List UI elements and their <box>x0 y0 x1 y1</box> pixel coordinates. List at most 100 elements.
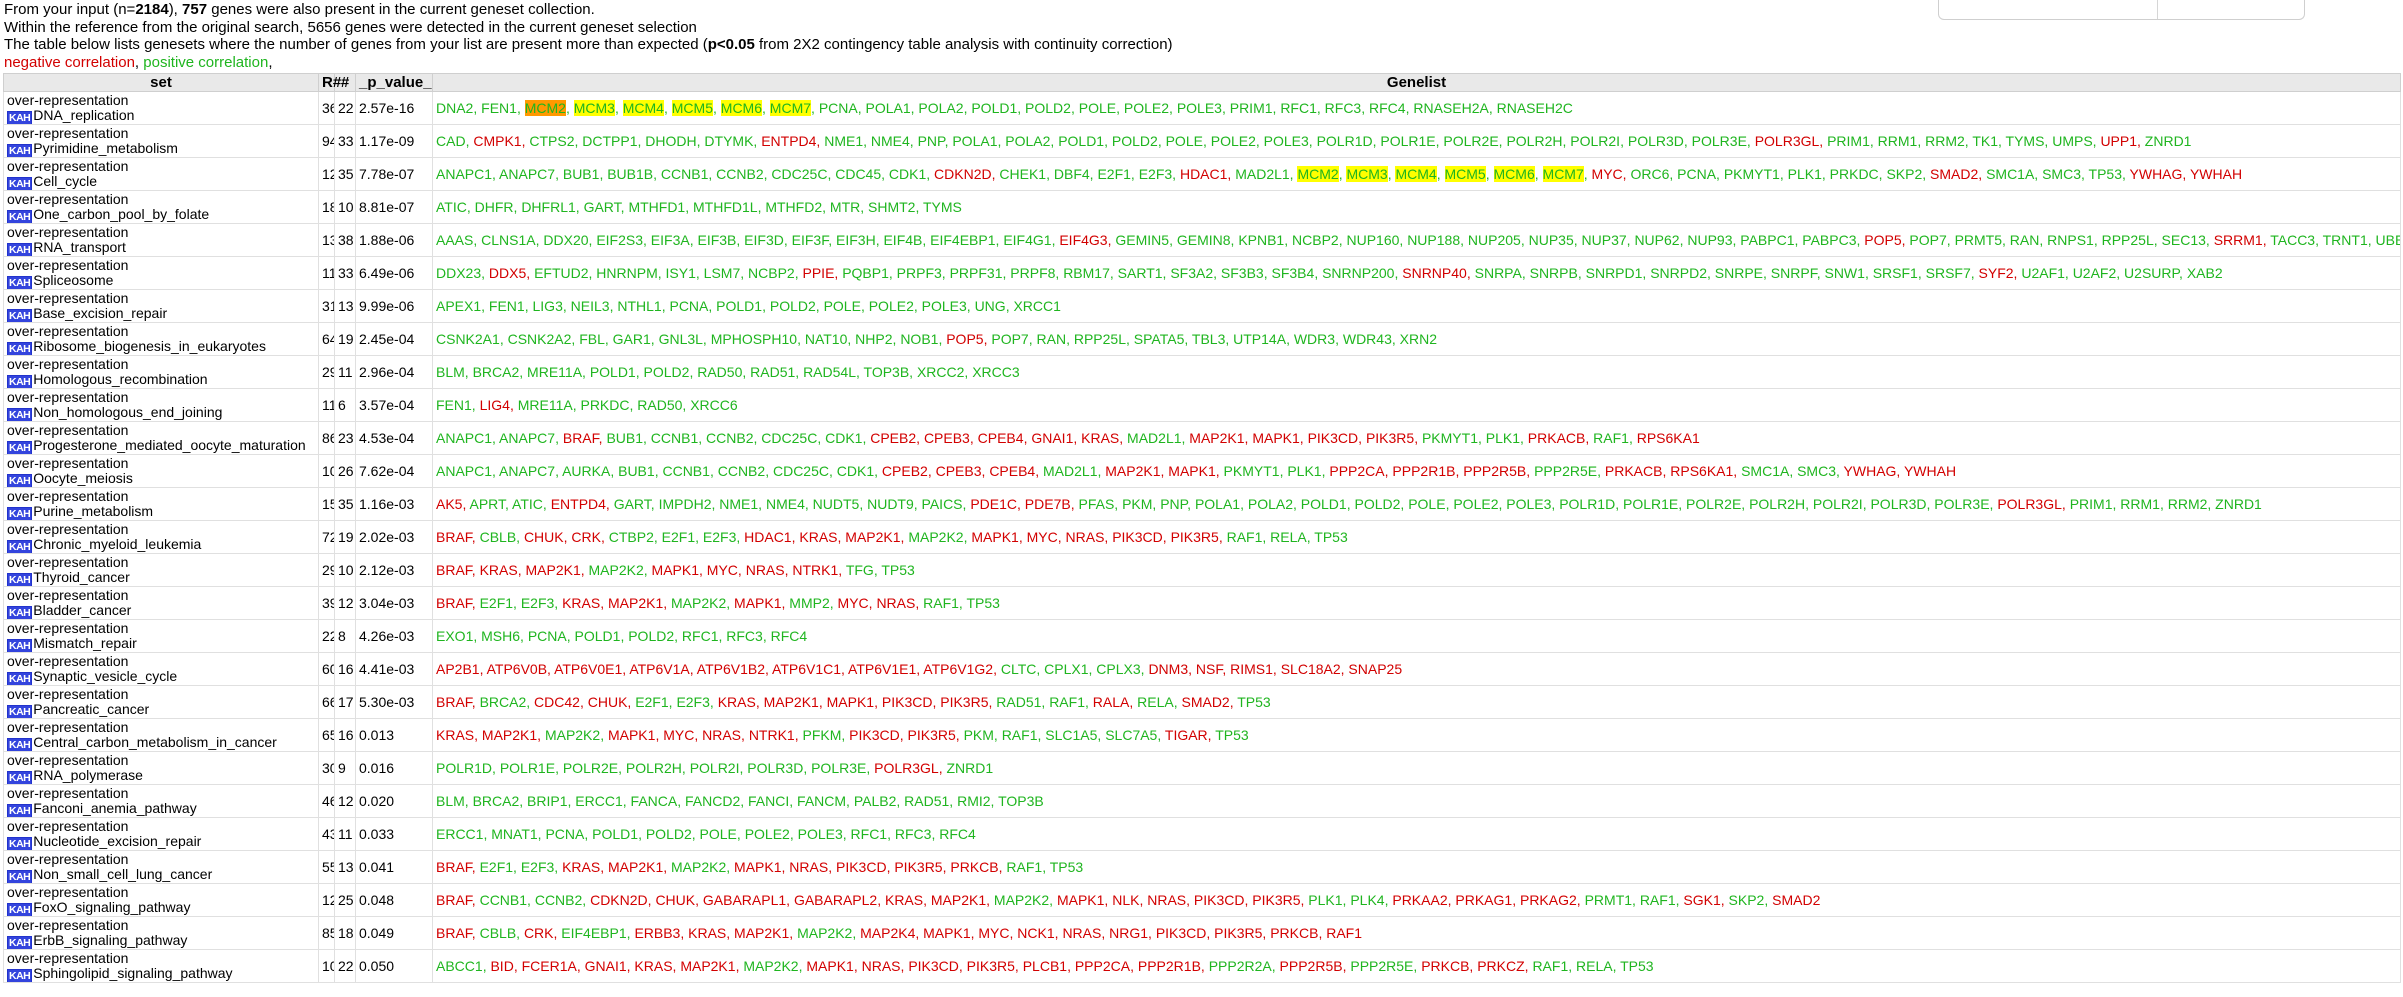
gene-link[interactable]: CDC45 <box>835 166 881 182</box>
gene-link[interactable]: KRAS <box>1081 430 1119 446</box>
gene-link[interactable]: XRN2 <box>1400 331 1437 347</box>
gene-link[interactable]: CDK1 <box>889 166 926 182</box>
gene-link[interactable]: E2F1 <box>480 859 513 875</box>
gene-link[interactable]: AK5 <box>436 496 462 512</box>
kegg-icon[interactable]: KAH <box>7 837 33 850</box>
gene-link[interactable]: RNASEH2C <box>1497 100 1573 116</box>
gene-link[interactable]: CDC25C <box>761 430 817 446</box>
gene-link[interactable]: GNL3L <box>659 331 703 347</box>
gene-link[interactable]: SNRPE <box>1715 265 1763 281</box>
gene-link[interactable]: PABPC3 <box>1802 232 1856 248</box>
gene-link[interactable]: PPP2CA <box>1329 463 1384 479</box>
gene-link[interactable]: RFC3 <box>726 628 763 644</box>
gene-link[interactable]: EIF2S3 <box>596 232 643 248</box>
gene-link[interactable]: RAN <box>1037 331 1067 347</box>
gene-link[interactable]: MCM4 <box>1395 166 1437 182</box>
gene-link[interactable]: RAF1 <box>1227 529 1263 545</box>
gene-link[interactable]: ATIC <box>512 496 543 512</box>
gene-link[interactable]: YWHAG <box>1844 463 1897 479</box>
gene-link[interactable]: PIK3R5 <box>940 694 988 710</box>
kegg-icon[interactable]: KAH <box>7 177 33 190</box>
kegg-icon[interactable]: KAH <box>7 969 33 982</box>
gene-link[interactable]: APEX1 <box>436 298 481 314</box>
gene-link[interactable]: MAP2K1 <box>931 892 986 908</box>
gene-link[interactable]: PPIE <box>803 265 835 281</box>
gene-link[interactable]: RAF1 <box>1326 925 1362 941</box>
gene-link[interactable]: RELA <box>1270 529 1307 545</box>
gene-link[interactable]: MAP2K2 <box>743 958 798 974</box>
gene-link[interactable]: PCNA <box>528 628 567 644</box>
gene-link[interactable]: MAPK1 <box>734 595 781 611</box>
set-name[interactable]: Progesterone_mediated_oocyte_maturation <box>33 437 305 453</box>
gene-link[interactable]: PPP2R5E <box>1350 958 1413 974</box>
gene-link[interactable]: APRT <box>469 496 505 512</box>
gene-link[interactable]: MRE11A <box>527 364 582 380</box>
gene-link[interactable]: XAB2 <box>2187 265 2223 281</box>
gene-link[interactable]: ATP6V1C1 <box>772 661 841 677</box>
gene-link[interactable]: UNG <box>975 298 1006 314</box>
gene-link[interactable]: NRAS <box>1062 925 1101 941</box>
gene-link[interactable]: MCM2 <box>1297 166 1339 182</box>
gene-link[interactable]: YWHAG <box>2130 166 2183 182</box>
gene-link[interactable]: FEN1 <box>481 100 517 116</box>
kegg-icon[interactable]: KAH <box>7 441 33 454</box>
gene-link[interactable]: HDAC1 <box>1180 166 1227 182</box>
gene-link[interactable]: POLA2 <box>1248 496 1293 512</box>
gene-link[interactable]: GART <box>614 496 651 512</box>
gene-link[interactable]: POLE3 <box>1506 496 1551 512</box>
gene-link[interactable]: POLR2E <box>563 760 618 776</box>
gene-link[interactable]: MRE11A <box>518 397 573 413</box>
kegg-icon[interactable]: KAH <box>7 375 33 388</box>
gene-link[interactable]: SRSF7 <box>1926 265 1971 281</box>
kegg-icon[interactable]: KAH <box>7 408 33 421</box>
gene-link[interactable]: TK1 <box>1972 133 1998 149</box>
gene-link[interactable]: TP53 <box>1050 859 1083 875</box>
gene-link[interactable]: NHP2 <box>855 331 892 347</box>
gene-link[interactable]: POLR3GL <box>874 760 939 776</box>
gene-link[interactable]: PRKAA2 <box>1392 892 1447 908</box>
gene-link[interactable]: BRAF <box>436 595 472 611</box>
gene-link[interactable]: MTR <box>830 199 860 215</box>
gene-link[interactable]: RFC4 <box>771 628 808 644</box>
gene-link[interactable]: MAP2K1 <box>482 727 537 743</box>
gene-link[interactable]: GEMIN5 <box>1115 232 1169 248</box>
gene-link[interactable]: NOB1 <box>900 331 938 347</box>
gene-link[interactable]: CPEB4 <box>989 463 1035 479</box>
set-name[interactable]: Central_carbon_metabolism_in_cancer <box>33 734 277 750</box>
gene-link[interactable]: RELA <box>1576 958 1613 974</box>
gene-link[interactable]: MAP2K1 <box>764 694 819 710</box>
set-name[interactable]: Cell_cycle <box>33 173 97 189</box>
gene-link[interactable]: PRKCB <box>950 859 998 875</box>
gene-link[interactable]: PIK3CD <box>1112 529 1163 545</box>
kegg-icon[interactable]: KAH <box>7 738 33 751</box>
gene-link[interactable]: ANAPC7 <box>499 166 555 182</box>
gene-link[interactable]: MTHFD1L <box>693 199 758 215</box>
gene-link[interactable]: POLR2I <box>690 760 740 776</box>
gene-link[interactable]: PAICS <box>922 496 963 512</box>
gene-link[interactable]: SNRNP40 <box>1402 265 1467 281</box>
gene-link[interactable]: RAF1 <box>1593 430 1629 446</box>
gene-link[interactable]: RFC3 <box>895 826 932 842</box>
set-name[interactable]: Pyrimidine_metabolism <box>33 140 178 156</box>
gene-link[interactable]: CHUK <box>588 694 628 710</box>
gene-link[interactable]: SF3B3 <box>1221 265 1264 281</box>
gene-link[interactable]: POLE <box>1408 496 1445 512</box>
kegg-icon[interactable]: KAH <box>7 507 33 520</box>
gene-link[interactable]: KRAS <box>688 925 726 941</box>
gene-link[interactable]: CPEB2 <box>882 463 928 479</box>
gene-link[interactable]: KRAS <box>436 727 474 743</box>
gene-link[interactable]: PIK3CD <box>1308 430 1359 446</box>
gene-link[interactable]: TP53 <box>2089 166 2122 182</box>
gene-link[interactable]: MAPK1 <box>734 859 781 875</box>
gene-link[interactable]: POLR2H <box>626 760 682 776</box>
gene-link[interactable]: EIF4G1 <box>1003 232 1051 248</box>
kegg-icon[interactable]: KAH <box>7 804 33 817</box>
gene-link[interactable]: POLD1 <box>1301 496 1347 512</box>
gene-link[interactable]: PRPF31 <box>950 265 1003 281</box>
gene-link[interactable]: PIK3R5 <box>908 727 956 743</box>
gene-link[interactable]: PPP2R2A <box>1209 958 1272 974</box>
gene-link[interactable]: POLE <box>824 298 861 314</box>
gene-link[interactable]: MAPK1 <box>1057 892 1104 908</box>
gene-link[interactable]: ABCC1 <box>436 958 483 974</box>
gene-link[interactable]: NRAS <box>876 595 915 611</box>
